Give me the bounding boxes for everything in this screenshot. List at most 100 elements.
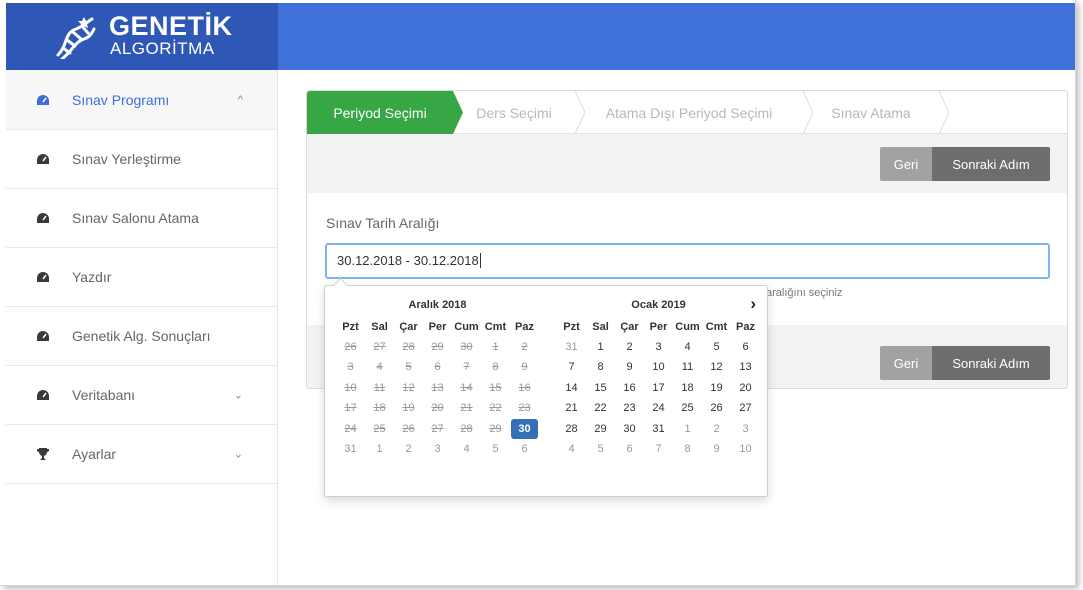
- calendar-day[interactable]: 26: [394, 419, 423, 440]
- calendar-day[interactable]: 10: [336, 378, 365, 399]
- calendar-day[interactable]: 2: [510, 337, 539, 358]
- calendar-day[interactable]: 4: [673, 337, 702, 358]
- calendar-day[interactable]: 10: [644, 357, 673, 378]
- sidebar-item-yazdir[interactable]: Yazdır: [6, 248, 277, 307]
- calendar-day[interactable]: 17: [644, 378, 673, 399]
- calendar-day[interactable]: 12: [702, 357, 731, 378]
- calendar-day[interactable]: 5: [702, 337, 731, 358]
- calendar-day[interactable]: 3: [731, 419, 760, 440]
- calendar-day[interactable]: 18: [673, 378, 702, 399]
- calendar-day[interactable]: 9: [702, 439, 731, 460]
- calendar-day[interactable]: 8: [673, 439, 702, 460]
- calendar-day[interactable]: 2: [394, 439, 423, 460]
- calendar-day[interactable]: 28: [557, 419, 586, 440]
- back-button[interactable]: Geri: [880, 147, 932, 181]
- sidebar-item-sinav-yerlestirme[interactable]: Sınav Yerleştirme: [6, 130, 277, 189]
- calendar-day[interactable]: 17: [336, 398, 365, 419]
- next-month-button[interactable]: ›: [750, 294, 756, 314]
- brand-logo[interactable]: GENETİK ALGORİTMA: [6, 3, 278, 70]
- calendar-day[interactable]: 10: [731, 439, 760, 460]
- date-range-input[interactable]: 30.12.2018 - 30.12.2018: [325, 243, 1050, 279]
- calendar-day[interactable]: 14: [452, 378, 481, 399]
- calendar-day[interactable]: 6: [731, 337, 760, 358]
- calendar-day[interactable]: 31: [336, 439, 365, 460]
- calendar-day[interactable]: 7: [644, 439, 673, 460]
- calendar-day[interactable]: 8: [481, 357, 510, 378]
- calendar-day[interactable]: 6: [423, 357, 452, 378]
- next-step-button[interactable]: Sonraki Adım: [932, 147, 1050, 181]
- calendar-day[interactable]: 7: [452, 357, 481, 378]
- calendar-day[interactable]: 20: [423, 398, 452, 419]
- calendar-day[interactable]: 15: [586, 378, 615, 399]
- calendar-day[interactable]: 24: [336, 419, 365, 440]
- calendar-day[interactable]: 16: [615, 378, 644, 399]
- calendar-day[interactable]: 4: [452, 439, 481, 460]
- calendar-day[interactable]: 12: [394, 378, 423, 399]
- calendar-day[interactable]: 27: [423, 419, 452, 440]
- step-periyod-secimi[interactable]: Periyod Seçimi: [307, 91, 463, 134]
- calendar-day[interactable]: 28: [452, 419, 481, 440]
- calendar-day[interactable]: 4: [557, 439, 586, 460]
- calendar-day[interactable]: 31: [644, 419, 673, 440]
- calendar-day[interactable]: 1: [586, 337, 615, 358]
- calendar-day[interactable]: 20: [731, 378, 760, 399]
- sidebar-item-sinav-programi[interactable]: Sınav Programı ^: [6, 70, 277, 130]
- calendar-day[interactable]: 23: [510, 398, 539, 419]
- calendar-day[interactable]: 31: [557, 337, 586, 358]
- calendar-day[interactable]: 19: [394, 398, 423, 419]
- calendar-day[interactable]: 5: [394, 357, 423, 378]
- calendar-day[interactable]: 6: [615, 439, 644, 460]
- calendar-day[interactable]: 2: [615, 337, 644, 358]
- calendar-day[interactable]: 8: [586, 357, 615, 378]
- calendar-day[interactable]: 22: [586, 398, 615, 419]
- calendar-day[interactable]: 19: [702, 378, 731, 399]
- calendar-day[interactable]: 9: [615, 357, 644, 378]
- calendar-day[interactable]: 5: [481, 439, 510, 460]
- calendar-day[interactable]: 27: [365, 337, 394, 358]
- calendar-day[interactable]: 1: [481, 337, 510, 358]
- calendar-day[interactable]: 13: [731, 357, 760, 378]
- calendar-day[interactable]: 21: [452, 398, 481, 419]
- calendar-day[interactable]: 29: [481, 419, 510, 440]
- calendar-day[interactable]: 11: [673, 357, 702, 378]
- sidebar-item-genetik-alg-sonuclari[interactable]: Genetik Alg. Sonuçları: [6, 307, 277, 366]
- calendar-day[interactable]: 16: [510, 378, 539, 399]
- calendar-day[interactable]: 3: [423, 439, 452, 460]
- calendar-day[interactable]: 26: [702, 398, 731, 419]
- step-sinav-atama[interactable]: Sınav Atama: [803, 91, 949, 134]
- calendar-day[interactable]: 3: [644, 337, 673, 358]
- calendar-day[interactable]: 5: [586, 439, 615, 460]
- calendar-day[interactable]: 11: [365, 378, 394, 399]
- sidebar-item-veritabani[interactable]: Veritabanı ⌄: [6, 366, 277, 425]
- calendar-day[interactable]: 25: [673, 398, 702, 419]
- calendar-day[interactable]: 15: [481, 378, 510, 399]
- calendar-day[interactable]: 18: [365, 398, 394, 419]
- calendar-day[interactable]: 13: [423, 378, 452, 399]
- calendar-day[interactable]: 9: [510, 357, 539, 378]
- calendar-day[interactable]: 29: [586, 419, 615, 440]
- calendar-day[interactable]: 4: [365, 357, 394, 378]
- calendar-day[interactable]: 30: [452, 337, 481, 358]
- calendar-day[interactable]: 22: [481, 398, 510, 419]
- calendar-day[interactable]: 7: [557, 357, 586, 378]
- calendar-day[interactable]: 14: [557, 378, 586, 399]
- calendar-day[interactable]: 26: [336, 337, 365, 358]
- calendar-day[interactable]: 6: [510, 439, 539, 460]
- calendar-day[interactable]: 1: [365, 439, 394, 460]
- sidebar-item-sinav-salonu-atama[interactable]: Sınav Salonu Atama: [6, 189, 277, 248]
- calendar-day[interactable]: 3: [336, 357, 365, 378]
- calendar-day[interactable]: 21: [557, 398, 586, 419]
- step-atama-disi-periyod-secimi[interactable]: Atama Dışı Periyod Seçimi: [575, 91, 813, 134]
- calendar-day[interactable]: 28: [394, 337, 423, 358]
- calendar-day[interactable]: 30: [615, 419, 644, 440]
- next-step-button[interactable]: Sonraki Adım: [932, 346, 1050, 380]
- calendar-day[interactable]: 25: [365, 419, 394, 440]
- calendar-day[interactable]: 27: [731, 398, 760, 419]
- calendar-day[interactable]: 24: [644, 398, 673, 419]
- step-ders-secimi[interactable]: Ders Seçimi: [453, 91, 585, 134]
- sidebar-item-ayarlar[interactable]: Ayarlar ⌄: [6, 425, 277, 484]
- calendar-day[interactable]: 23: [615, 398, 644, 419]
- calendar-day[interactable]: 2: [702, 419, 731, 440]
- calendar-day[interactable]: 1: [673, 419, 702, 440]
- back-button[interactable]: Geri: [880, 346, 932, 380]
